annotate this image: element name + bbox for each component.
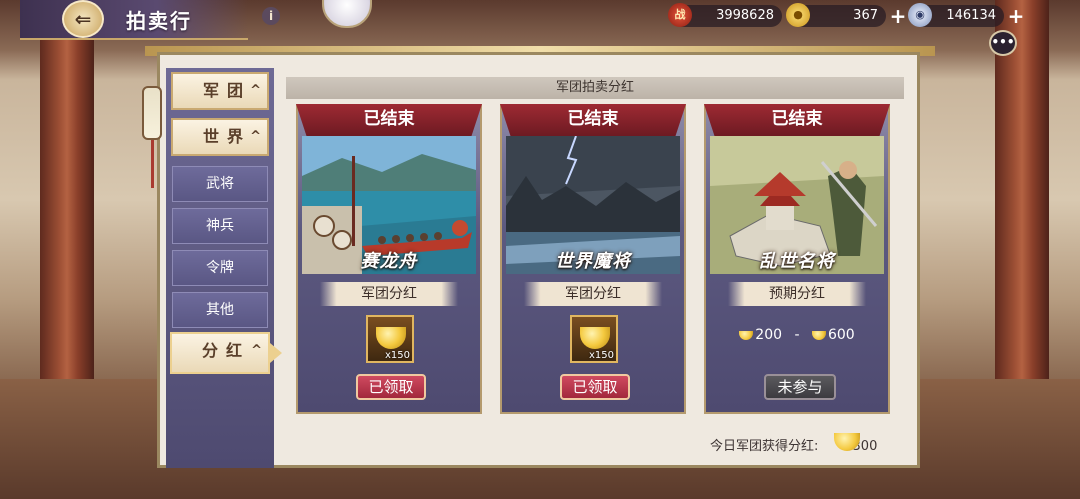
- card-title: 乱世名将: [759, 251, 835, 272]
- range-max: 600: [827, 327, 855, 343]
- active-tab-arrow-icon: [270, 343, 282, 363]
- chevron-up-icon: ^: [251, 343, 262, 358]
- gold-ingot-icon: ●: [786, 3, 810, 27]
- gold-ingot-icon: [376, 327, 406, 349]
- silver-coin-icon: ◉: [908, 3, 932, 27]
- lantern-icon: [142, 86, 162, 140]
- tab-world-label: 世界: [203, 127, 252, 146]
- not-participated-button[interactable]: 未参与: [764, 374, 836, 400]
- tab-dividend-label: 分红: [202, 341, 251, 360]
- chevron-up-icon: ^: [250, 83, 261, 98]
- tab-weapons[interactable]: 神兵: [172, 208, 268, 244]
- add-silver-button[interactable]: +: [1006, 6, 1026, 26]
- reward-slot[interactable]: x150: [570, 315, 618, 363]
- silver-display: ◉ 146134 +: [908, 3, 1024, 27]
- tab-legion[interactable]: 军团 ^: [171, 72, 269, 110]
- daily-dividend-label: 今日军团获得分红:: [710, 439, 819, 454]
- clock-icon: [322, 0, 372, 28]
- gold-ingot-icon: [580, 327, 610, 349]
- tab-tokens[interactable]: 令牌: [172, 250, 268, 286]
- status-banner: 已结束: [704, 104, 890, 138]
- dividend-card: 已结束 乱世名将 预期分红 200 - 600 未参与: [704, 104, 890, 414]
- chevron-up-icon: ^: [250, 129, 261, 144]
- chat-button[interactable]: •••: [989, 30, 1017, 56]
- status-banner: 已结束: [500, 104, 686, 138]
- top-bar: ⇐ 拍卖行 i 战 3998628 ● 367 + ◉ 146134 + •••: [0, 0, 1080, 56]
- gold-ingot-icon: [739, 330, 754, 340]
- claimed-button[interactable]: 已领取: [560, 374, 630, 400]
- dividend-card: 已结束 赛龙舟 军团分红 x150 已领取: [296, 104, 482, 414]
- tab-legion-label: 军团: [203, 81, 252, 100]
- power-value: 3998628: [716, 8, 774, 23]
- card-title: 赛龙舟: [360, 251, 418, 272]
- gold-display: ● 367 +: [786, 3, 906, 27]
- section-title: 军团拍卖分红: [286, 77, 904, 99]
- page-title: 拍卖行: [126, 9, 192, 33]
- claimed-button[interactable]: 已领取: [356, 374, 426, 400]
- card-subtitle: 军团分红: [524, 282, 662, 306]
- range-min: 200: [755, 327, 783, 343]
- info-icon[interactable]: i: [262, 7, 280, 25]
- card-subtitle: 预期分红: [728, 282, 866, 306]
- add-gold-button[interactable]: +: [888, 6, 908, 26]
- reward-quantity: x150: [588, 350, 614, 361]
- tab-other[interactable]: 其他: [172, 292, 268, 328]
- dividend-card: 已结束 世界魔将 军团分红 x150 已领取: [500, 104, 686, 414]
- gold-ingot-icon: [811, 330, 826, 340]
- power-icon: 战: [668, 3, 692, 27]
- status-banner: 已结束: [296, 104, 482, 138]
- tab-world[interactable]: 世界 ^: [171, 118, 269, 156]
- card-title: 世界魔将: [555, 251, 631, 272]
- gold-value: 367: [853, 8, 878, 23]
- dividend-range: 200 - 600: [706, 327, 888, 343]
- reward-slot[interactable]: x150: [366, 315, 414, 363]
- silver-value: 146134: [946, 8, 996, 23]
- power-display: 战 3998628: [668, 3, 782, 27]
- tab-dividend[interactable]: 分红 ^: [170, 332, 270, 374]
- reward-quantity: x150: [384, 350, 410, 361]
- tab-generals[interactable]: 武将: [172, 166, 268, 202]
- lantern-cord: [151, 140, 154, 188]
- range-separator: -: [794, 327, 800, 343]
- back-arrow-icon: ⇐: [74, 7, 92, 31]
- back-button[interactable]: ⇐: [62, 0, 104, 38]
- card-subtitle: 军团分红: [320, 282, 458, 306]
